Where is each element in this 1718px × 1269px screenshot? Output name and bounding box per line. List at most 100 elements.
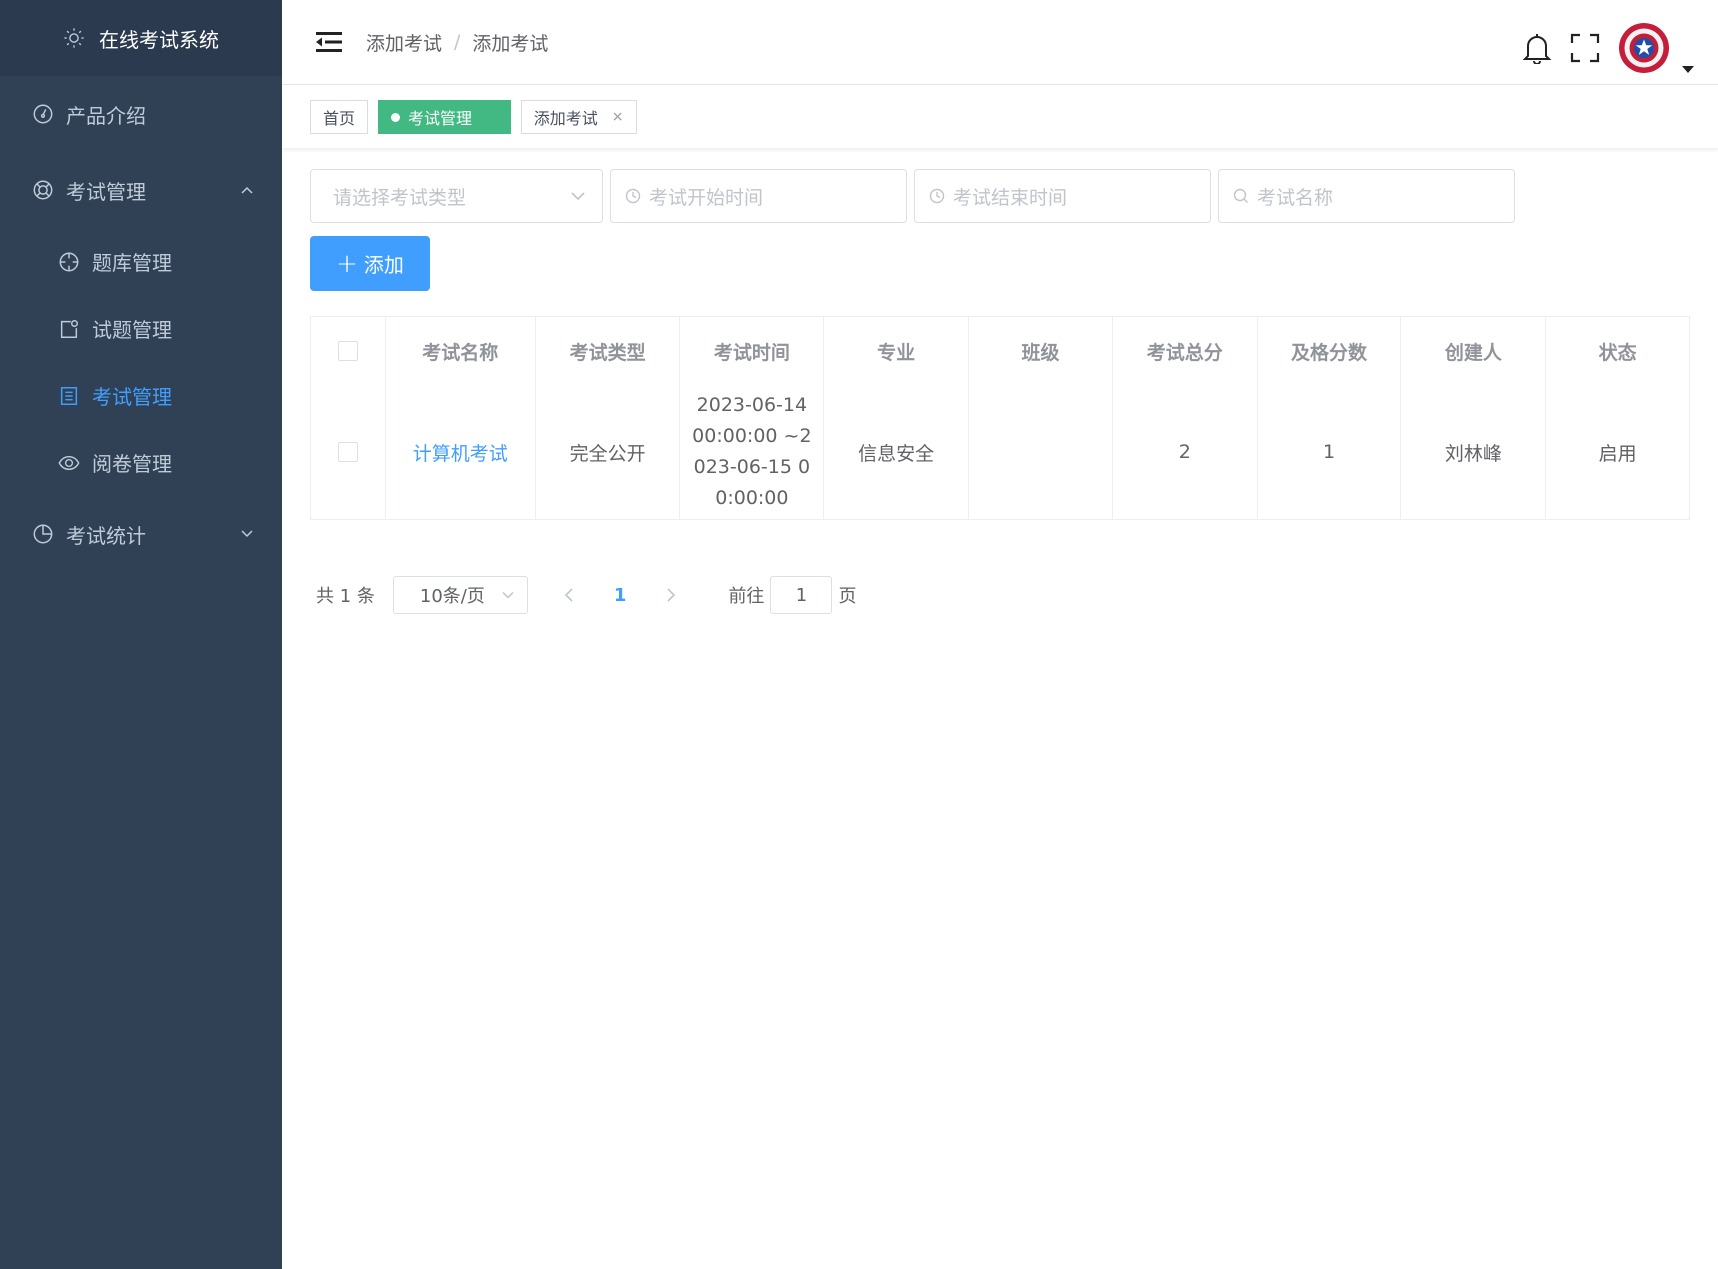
sidebar-item-label: 试题管理 (92, 318, 172, 342)
exam-table: 考试名称 考试类型 考试时间 专业 班级 考试总分 及格分数 创建人 状态 计算… (310, 316, 1690, 520)
next-page-button[interactable] (666, 587, 676, 603)
add-button-label: 添加 (363, 253, 404, 277)
cell-creator: 刘林峰 (1401, 385, 1547, 519)
chevron-down-icon (570, 191, 586, 201)
document-icon (58, 385, 80, 407)
bell-icon[interactable] (1522, 32, 1552, 64)
top-navbar: 添加考试 / 添加考试 (282, 0, 1718, 85)
caret-down-icon[interactable] (1682, 66, 1694, 73)
row-select (311, 385, 386, 519)
tag-label: 首页 (323, 109, 356, 128)
start-time-placeholder: 考试开始时间 (649, 186, 764, 209)
app-root: 在线考试系统 产品介绍 考试管理 题库管理 试题管理 考试管理 阅卷管理 考试统… (0, 0, 1718, 1269)
exam-name-link[interactable]: 计算机考试 (413, 439, 508, 466)
breadcrumb-current: 添加考试 (472, 32, 549, 55)
avatar[interactable] (1618, 22, 1670, 74)
sidebar-item-label: 产品介绍 (66, 103, 146, 128)
sidebar-item-exams[interactable]: 考试管理 (0, 362, 282, 429)
cell-total-score: 2 (1113, 385, 1258, 519)
sidebar-item-grading[interactable]: 阅卷管理 (0, 429, 282, 496)
cell-exam-time: 2023-06-14 00:00:00 ~2023-06-15 00:00:00 (680, 385, 825, 519)
breadcrumb-item[interactable]: 添加考试 (366, 29, 442, 56)
column-header: 考试时间 (680, 317, 825, 385)
cell-pass-score: 1 (1258, 385, 1402, 519)
page-suffix: 页 (838, 586, 857, 607)
sidebar-item-exam-management[interactable]: 考试管理 (0, 152, 282, 228)
row-checkbox[interactable] (337, 442, 358, 462)
sidebar-item-label: 考试管理 (92, 385, 172, 409)
chevron-up-icon (240, 185, 254, 195)
cell-class (969, 385, 1113, 519)
sidebar-logo[interactable]: 在线考试系统 (0, 0, 282, 76)
sidebar-item-label: 题库管理 (92, 251, 172, 275)
sidebar-item-question-bank[interactable]: 题库管理 (0, 228, 282, 295)
close-icon[interactable]: × (486, 109, 498, 125)
dashboard-icon (32, 103, 54, 125)
exam-name-placeholder: 考试名称 (1257, 186, 1334, 209)
chevron-down-icon (240, 529, 254, 539)
end-time-placeholder: 考试结束时间 (953, 186, 1068, 209)
close-icon[interactable]: × (612, 109, 624, 125)
sidebar: 在线考试系统 产品介绍 考试管理 题库管理 试题管理 考试管理 阅卷管理 考试统… (0, 0, 282, 1269)
sidebar-item-product-intro[interactable]: 产品介绍 (0, 76, 282, 152)
hamburger-icon[interactable] (316, 31, 342, 53)
tag-exam-management[interactable]: 考试管理 × (378, 100, 511, 134)
tag-home[interactable]: 首页 (310, 100, 369, 134)
select-all-checkbox[interactable] (337, 341, 358, 361)
prev-page-button[interactable] (564, 587, 574, 603)
table-header: 考试名称 考试类型 考试时间 专业 班级 考试总分 及格分数 创建人 状态 (311, 317, 1689, 385)
exam-management-submenu: 题库管理 试题管理 考试管理 阅卷管理 (0, 228, 282, 496)
crosshair-icon (58, 251, 80, 273)
main-content: 请选择考试类型 考试开始时间 考试结束时间 考试名称 + 添加 考试名称 考试类… (282, 148, 1718, 1269)
column-header: 考试名称 (386, 317, 536, 385)
goto-page-input[interactable]: 1 (770, 576, 833, 614)
exam-time-text: 2023-06-14 00:00:00 ~2023-06-15 00:00:00 (692, 394, 812, 509)
cell-exam-name: 计算机考试 (386, 385, 536, 519)
pagination-total: 共 1 条 (316, 586, 375, 607)
exam-type-select[interactable]: 请选择考试类型 (310, 169, 603, 223)
plus-icon: + (336, 248, 358, 279)
sidebar-item-label: 考试统计 (66, 523, 146, 548)
page-number[interactable]: 1 (614, 585, 627, 606)
cell-status: 启用 (1598, 442, 1637, 465)
column-header: 考试类型 (536, 317, 681, 385)
exam-name-search-input[interactable]: 考试名称 (1218, 169, 1515, 223)
sun-icon (63, 27, 85, 49)
add-button[interactable]: + 添加 (310, 236, 430, 291)
sidebar-item-exam-statistics[interactable]: 考试统计 (0, 496, 282, 572)
active-dot-icon (391, 112, 401, 122)
sidebar-item-questions[interactable]: 试题管理 (0, 295, 282, 362)
breadcrumb-separator: / (454, 31, 461, 53)
tag-add-exam[interactable]: 添加考试 × (520, 100, 637, 134)
filter-bar: 请选择考试类型 考试开始时间 考试结束时间 考试名称 (310, 169, 1522, 223)
tags-view: 首页 考试管理 × 添加考试 × (282, 86, 1718, 148)
end-time-picker[interactable]: 考试结束时间 (914, 169, 1211, 223)
column-header: 创建人 (1401, 317, 1547, 385)
chevron-down-icon (501, 591, 515, 600)
sidebar-item-label: 阅卷管理 (92, 452, 172, 476)
clock-icon (625, 188, 641, 204)
cell-exam-type: 完全公开 (536, 385, 681, 519)
column-header: 状态 (1598, 341, 1637, 364)
tag-label: 添加考试 (533, 109, 598, 128)
column-header: 班级 (969, 317, 1113, 385)
start-time-picker[interactable]: 考试开始时间 (610, 169, 907, 223)
clock-icon (929, 188, 945, 204)
exam-type-placeholder: 请选择考试类型 (333, 186, 467, 209)
page-size-select[interactable]: 10条/页 (392, 576, 528, 614)
table-row[interactable]: 计算机考试 完全公开 2023-06-14 00:00:00 ~2023-06-… (311, 385, 1689, 519)
page-size-value: 10条/页 (419, 586, 485, 607)
pagination: 共 1 条 10条/页 1 前往 1 页 (316, 576, 856, 614)
eye-icon (58, 452, 80, 474)
lifebuoy-icon (32, 179, 54, 201)
edit-square-icon (58, 318, 80, 340)
header-actions (1522, 22, 1670, 74)
column-header: 专业 (824, 317, 970, 385)
cell-major: 信息安全 (824, 385, 970, 519)
column-header: 及格分数 (1258, 317, 1402, 385)
sidebar-title: 在线考试系统 (99, 27, 219, 52)
fullscreen-icon[interactable] (1570, 33, 1600, 63)
breadcrumb: 添加考试 / 添加考试 (366, 29, 548, 56)
sidebar-item-label: 考试管理 (66, 179, 146, 204)
tag-label: 考试管理 (408, 109, 473, 128)
